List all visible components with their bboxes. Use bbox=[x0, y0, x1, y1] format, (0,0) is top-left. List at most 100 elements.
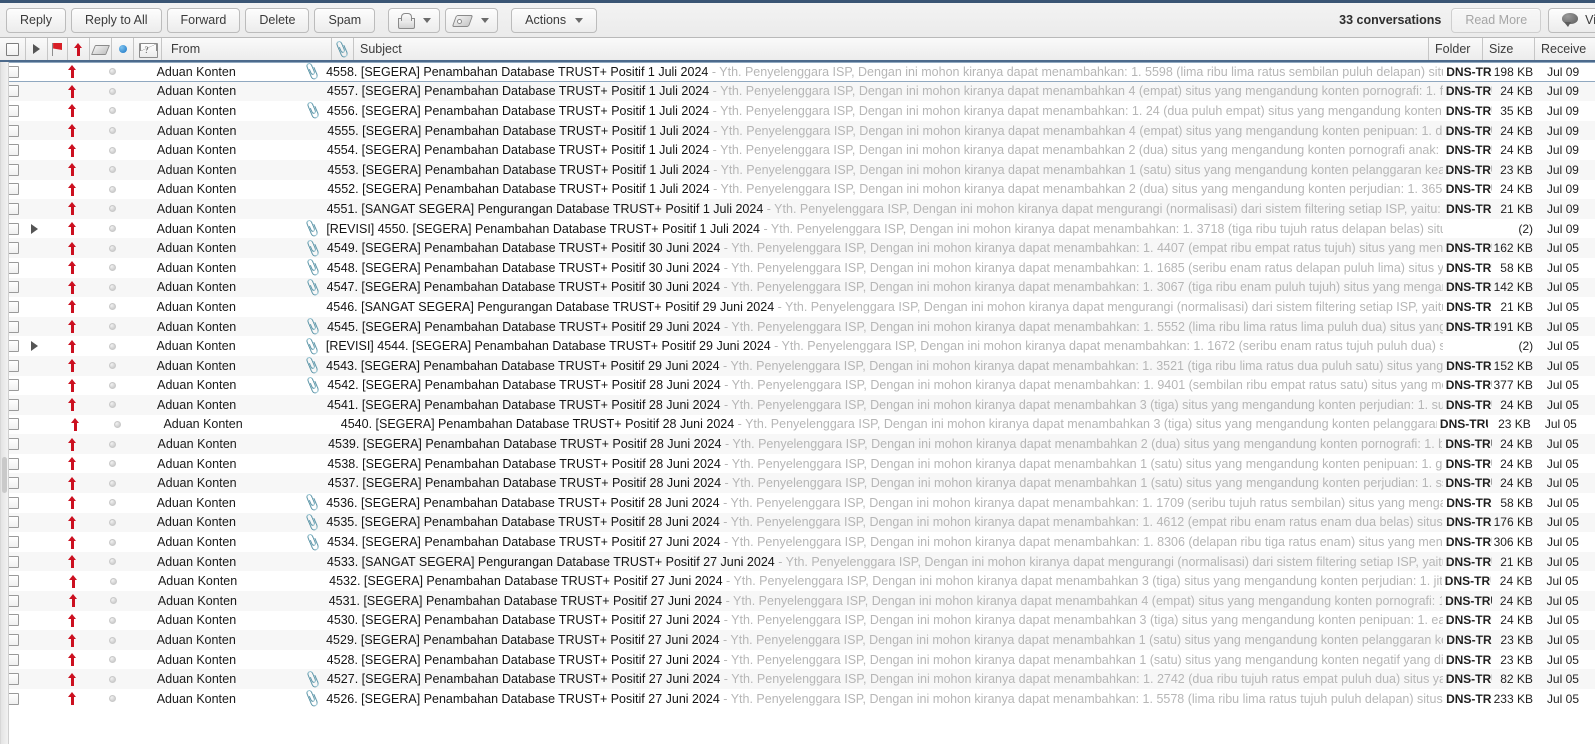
row-flag-cell[interactable] bbox=[45, 82, 63, 102]
row-expand-toggle[interactable] bbox=[25, 238, 45, 258]
row-read-status-cell[interactable] bbox=[103, 140, 123, 160]
table-row[interactable]: Aduan Konten 📎 4536. [SEGERA] Penambahan D… bbox=[1, 493, 1595, 513]
read-more-button[interactable]: Read More bbox=[1451, 7, 1542, 33]
row-flag-cell[interactable] bbox=[45, 199, 63, 219]
status-column-header[interactable]: ? bbox=[134, 38, 162, 60]
row-tag-cell[interactable] bbox=[82, 63, 102, 81]
row-attachment-cell[interactable] bbox=[303, 180, 323, 200]
row-expand-toggle[interactable] bbox=[25, 611, 45, 631]
row-attachment-cell[interactable] bbox=[305, 591, 325, 611]
row-tag-cell[interactable] bbox=[83, 101, 103, 121]
row-tag-cell[interactable] bbox=[83, 278, 103, 298]
scrollbar-thumb[interactable] bbox=[2, 457, 7, 493]
row-attachment-cell[interactable] bbox=[303, 82, 323, 102]
row-expand-toggle[interactable] bbox=[25, 278, 45, 298]
row-expand-toggle[interactable] bbox=[25, 552, 45, 572]
row-expand-toggle[interactable] bbox=[25, 336, 45, 356]
table-row[interactable]: Aduan Konten 📎 4549. [SEGERA] Penambahan D… bbox=[1, 238, 1595, 258]
table-row[interactable]: Aduan Konten 📎 4534. [SEGERA] Penambahan D… bbox=[1, 532, 1595, 552]
row-flag-cell[interactable] bbox=[45, 473, 63, 493]
row-expand-toggle[interactable] bbox=[25, 395, 45, 415]
row-expand-toggle[interactable] bbox=[25, 591, 45, 611]
row-tag-cell[interactable] bbox=[83, 140, 103, 160]
row-expand-toggle[interactable] bbox=[25, 630, 45, 650]
row-attachment-cell[interactable] bbox=[303, 611, 323, 631]
row-read-status-cell[interactable] bbox=[103, 395, 123, 415]
expand-arrow-icon[interactable] bbox=[30, 341, 38, 352]
row-expand-toggle[interactable] bbox=[25, 219, 45, 239]
row-read-status-cell[interactable] bbox=[103, 180, 123, 200]
row-tag-cell[interactable] bbox=[82, 493, 102, 513]
row-tag-cell[interactable] bbox=[83, 376, 103, 396]
row-tag-cell[interactable] bbox=[83, 395, 103, 415]
row-read-status-cell[interactable] bbox=[103, 278, 123, 298]
table-row[interactable]: Aduan Konten 📎 4545. [SEGERA] Penambahan D… bbox=[1, 316, 1595, 337]
row-attachment-cell[interactable]: 📎 bbox=[303, 669, 323, 689]
row-tag-cell[interactable] bbox=[82, 219, 102, 239]
row-expand-toggle[interactable] bbox=[25, 513, 45, 533]
row-flag-cell[interactable] bbox=[45, 278, 63, 298]
actions-button[interactable]: Actions bbox=[511, 7, 598, 33]
table-row[interactable]: Aduan Konten 📎 4526. [SEGERA] Penambahan D… bbox=[1, 689, 1595, 709]
table-row[interactable]: Aduan Konten 📎 4558. [SEGERA] Penambahan D… bbox=[1, 62, 1595, 82]
row-tag-cell[interactable] bbox=[83, 121, 103, 141]
forward-button[interactable]: Forward bbox=[166, 7, 241, 33]
row-tag-cell[interactable] bbox=[86, 415, 107, 435]
table-row[interactable]: Aduan Konten 4533. [SANGAT SEGERA] Pengur… bbox=[1, 551, 1595, 572]
table-row[interactable]: Aduan Konten 4554. [SEGERA] Penambahan Da… bbox=[1, 140, 1595, 160]
row-attachment-cell[interactable]: 📎 bbox=[302, 219, 322, 239]
row-attachment-cell[interactable]: 📎 bbox=[303, 238, 323, 258]
row-read-status-cell[interactable] bbox=[103, 611, 123, 631]
row-flag-cell[interactable] bbox=[45, 532, 63, 552]
row-attachment-cell[interactable] bbox=[302, 297, 322, 317]
table-row[interactable]: Aduan Konten 4553. [SEGERA] Penambahan Da… bbox=[1, 159, 1595, 180]
row-tag-cell[interactable] bbox=[83, 552, 103, 572]
row-expand-toggle[interactable] bbox=[25, 101, 45, 121]
row-attachment-cell[interactable]: 📎 bbox=[302, 63, 322, 81]
delete-button[interactable]: Delete bbox=[245, 7, 310, 33]
row-flag-cell[interactable] bbox=[44, 63, 62, 81]
move-to-folder-button[interactable] bbox=[388, 7, 441, 33]
row-attachment-cell[interactable]: 📎 bbox=[303, 317, 323, 337]
table-row[interactable]: Aduan Konten 4539. [SEGERA] Penambahan Da… bbox=[1, 434, 1595, 454]
row-flag-cell[interactable] bbox=[45, 121, 63, 141]
from-column-header[interactable]: From bbox=[162, 38, 332, 60]
table-row[interactable]: Aduan Konten 📎 4543. [SEGERA] Penambahan D… bbox=[1, 355, 1595, 376]
row-flag-cell[interactable] bbox=[44, 689, 62, 709]
table-row[interactable]: Aduan Konten 4538. [SEGERA] Penambahan Da… bbox=[1, 453, 1595, 474]
row-flag-cell[interactable] bbox=[44, 219, 62, 239]
row-read-status-cell[interactable] bbox=[103, 199, 123, 219]
row-tag-cell[interactable] bbox=[83, 473, 103, 493]
row-read-status-cell[interactable] bbox=[103, 552, 123, 572]
row-read-status-cell[interactable] bbox=[103, 160, 123, 180]
row-tag-cell[interactable] bbox=[83, 82, 103, 102]
row-expand-toggle[interactable] bbox=[25, 82, 45, 102]
row-read-status-cell[interactable] bbox=[102, 630, 122, 650]
row-tag-cell[interactable] bbox=[83, 180, 103, 200]
list-vertical-scrollbar[interactable] bbox=[1, 62, 9, 744]
row-attachment-cell[interactable] bbox=[304, 434, 324, 454]
row-expand-toggle[interactable] bbox=[25, 454, 45, 474]
row-attachment-cell[interactable]: 📎 bbox=[302, 336, 322, 356]
row-expand-toggle[interactable] bbox=[25, 669, 45, 689]
row-expand-toggle[interactable] bbox=[25, 121, 45, 141]
expand-column-header[interactable] bbox=[26, 38, 48, 60]
flag-column-header[interactable] bbox=[48, 38, 68, 60]
row-expand-toggle[interactable] bbox=[25, 493, 45, 513]
row-tag-cell[interactable] bbox=[83, 650, 103, 670]
row-read-status-cell[interactable] bbox=[103, 473, 123, 493]
table-row[interactable]: Aduan Konten 📎 [REVISI] 4544. [SEGERA] Pen… bbox=[1, 336, 1595, 356]
row-read-status-cell[interactable] bbox=[103, 669, 123, 689]
row-attachment-cell[interactable] bbox=[316, 415, 337, 435]
row-flag-cell[interactable] bbox=[45, 140, 63, 160]
row-flag-cell[interactable] bbox=[45, 611, 63, 631]
row-read-status-cell[interactable] bbox=[102, 219, 122, 239]
expand-all-icon[interactable] bbox=[33, 44, 40, 54]
view-button[interactable]: Vie bbox=[1548, 7, 1595, 33]
row-expand-toggle[interactable] bbox=[25, 356, 45, 376]
table-row[interactable]: Aduan Konten 📎 4535. [SEGERA] Penambahan D… bbox=[1, 512, 1595, 533]
row-expand-toggle[interactable] bbox=[25, 199, 45, 219]
table-row[interactable]: Aduan Konten 4537. [SEGERA] Penambahan Da… bbox=[1, 473, 1595, 494]
row-tag-cell[interactable] bbox=[82, 356, 102, 376]
folder-column-header[interactable]: Folder bbox=[1429, 38, 1483, 60]
